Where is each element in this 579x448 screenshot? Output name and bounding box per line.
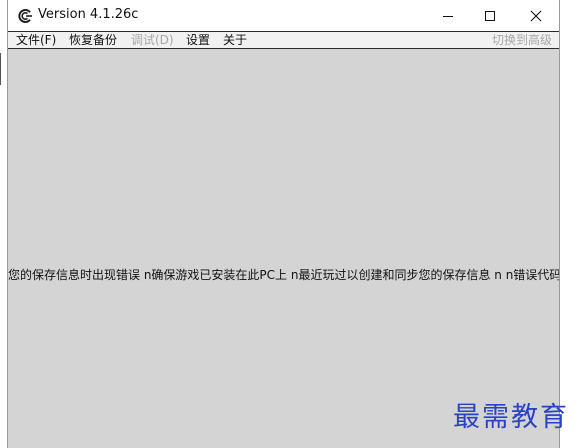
title-bar[interactable]: Version 4.1.26c	[8, 0, 559, 32]
menu-restore-backup[interactable]: 恢复备份	[69, 33, 117, 47]
menu-bar: 文件(F) 恢复备份 调试(D) 设置 关于 切换到高级	[8, 31, 559, 49]
error-message: 您的保存信息时出现错误 n确保游戏已安装在此PC上 n最近玩过以创建和同步您的保…	[8, 268, 559, 282]
window-edge-mark	[0, 53, 1, 85]
main-content: 您的保存信息时出现错误 n确保游戏已安装在此PC上 n最近玩过以创建和同步您的保…	[8, 49, 559, 448]
app-window: Version 4.1.26c 文件(F) 恢复备份 调试(D) 设置 关于 切…	[7, 0, 560, 448]
maximize-icon	[485, 11, 495, 21]
close-button[interactable]	[513, 0, 559, 32]
minimize-button[interactable]	[425, 0, 471, 32]
menu-settings[interactable]: 设置	[186, 33, 210, 47]
menu-about[interactable]: 关于	[223, 33, 247, 47]
app-logo-icon	[18, 9, 32, 23]
watermark-logo: 最需教育	[453, 402, 569, 433]
menu-debug[interactable]: 调试(D)	[131, 33, 174, 47]
window-title: Version 4.1.26c	[38, 7, 139, 22]
menu-file[interactable]: 文件(F)	[16, 33, 56, 47]
maximize-button[interactable]	[467, 0, 513, 32]
close-icon	[530, 10, 542, 22]
switch-to-advanced-link[interactable]: 切换到高级	[492, 33, 552, 47]
minimize-icon	[443, 16, 453, 17]
